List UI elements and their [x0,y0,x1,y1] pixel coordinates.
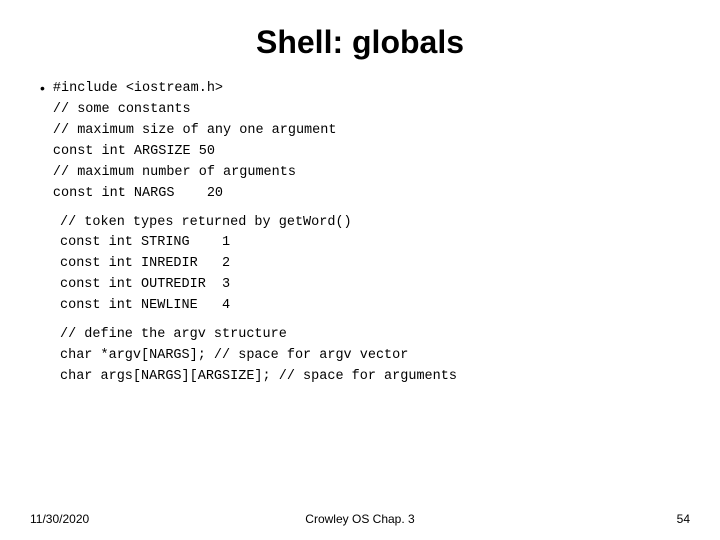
slide-title: Shell: globals [40,24,680,61]
slide: Shell: globals • #include <iostream.h> /… [0,0,720,540]
footer-right-number: 54 [677,512,690,526]
slide-content: • #include <iostream.h> // some constant… [40,79,680,388]
bullet-dot: • [40,80,45,96]
code-block-2: // token types returned by getWord() con… [60,213,680,318]
code-block-3-wrapper: // define the argv structure char *argv[… [60,325,680,388]
footer-center-text: Crowley OS Chap. 3 [305,512,414,526]
code-block-1: #include <iostream.h> // some constants … [53,79,337,205]
footer-date: 11/30/2020 [30,512,89,526]
code-block-3: // define the argv structure char *argv[… [60,325,680,388]
bullet-item-1: • #include <iostream.h> // some constant… [40,79,680,205]
code-block-2-wrapper: // token types returned by getWord() con… [60,213,680,318]
